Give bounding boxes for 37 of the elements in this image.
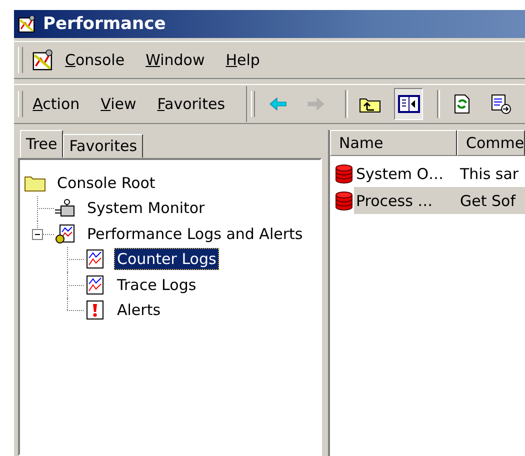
table-cell-text: System O…	[355, 164, 445, 182]
column-header[interactable]: Name	[330, 130, 457, 156]
menu-item[interactable]: Action	[30, 95, 93, 113]
menu-item[interactable]: View	[98, 95, 150, 113]
column-header[interactable]: Comme	[457, 130, 525, 156]
list-row[interactable]: Process … Get Sof	[354, 187, 525, 214]
tree-item[interactable]: Alerts	[114, 299, 164, 322]
chart-gear-icon	[54, 224, 76, 244]
database-icon	[334, 190, 354, 210]
tab[interactable]: Tree	[20, 130, 64, 158]
chart-icon	[84, 249, 106, 270]
tab[interactable]: Favorites	[63, 134, 144, 158]
monitor-icon	[54, 198, 76, 218]
refresh-icon	[452, 94, 472, 114]
chart-icon	[84, 274, 106, 295]
list-row[interactable]: System O… This sar	[354, 160, 525, 187]
tree-item[interactable]: Performance Logs and Alerts	[84, 222, 306, 245]
tree-item[interactable]: Console Root	[54, 172, 158, 194]
window-title: Performance	[43, 14, 166, 34]
menu-item[interactable]: Console	[63, 51, 138, 69]
menu-item[interactable]: Help	[224, 51, 273, 69]
tree-item[interactable]: Counter Logs	[114, 248, 220, 270]
database-icon	[334, 164, 354, 184]
app-icon	[17, 14, 37, 34]
menu-item[interactable]: Favorites	[155, 95, 238, 113]
table-cell-text: Get Sof	[459, 192, 516, 210]
tree-item[interactable]: System Monitor	[84, 197, 208, 220]
tree-item[interactable]: Trace Logs	[114, 274, 200, 296]
menu-item[interactable]: Window	[144, 51, 218, 69]
panel-icon	[398, 94, 420, 114]
collapse-box-icon[interactable]	[32, 228, 43, 240]
table-cell-text: This sar	[459, 164, 519, 182]
alert-icon	[84, 300, 106, 320]
export-list-icon	[490, 94, 511, 114]
app-icon[interactable]	[31, 48, 55, 72]
show-tree-button[interactable]	[394, 88, 423, 120]
table-cell-text: Process …	[355, 192, 434, 210]
